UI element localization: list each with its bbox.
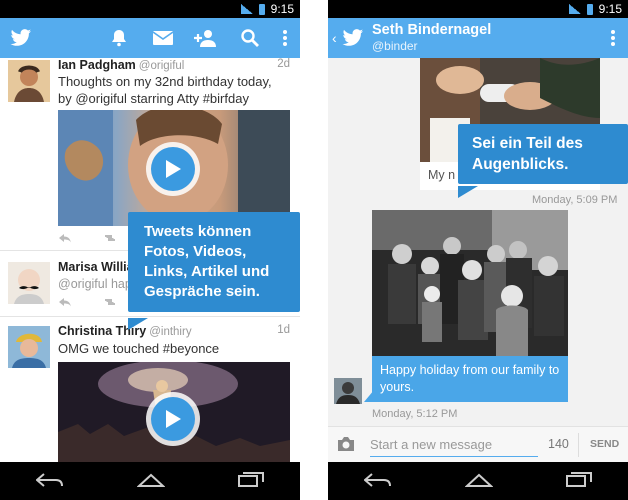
home-icon[interactable] [464, 470, 494, 493]
message-bubble: Happy holiday from our family to yours. [372, 356, 568, 402]
play-icon [166, 160, 181, 178]
battery-icon [586, 3, 593, 15]
timeline-screen: 9:15 Ian Padgham @origiful 2d Thoughts on… [0, 0, 300, 500]
overflow-menu-icon[interactable] [282, 29, 288, 47]
tweet-divider [0, 316, 300, 317]
message-photo-family[interactable] [372, 210, 568, 356]
callout-pointer [458, 186, 478, 198]
message-timestamp: Monday, 5:09 PM [532, 194, 618, 206]
system-nav-bar [328, 462, 628, 500]
back-icon[interactable] [363, 470, 392, 493]
callout-pointer [128, 318, 148, 330]
feature-callout-text: Sei ein Teil des Augenblicks. [472, 135, 583, 173]
avatar-christina-thiry[interactable] [8, 326, 50, 368]
conversation-header: Seth Bindernagel @binder [372, 22, 491, 54]
tweet-text: OMG we touched #beyonce [58, 341, 220, 356]
send-button[interactable]: SEND [590, 438, 619, 450]
tweet-author-handle: @inthiry [149, 326, 192, 338]
reply-icon[interactable] [58, 296, 72, 310]
sender-avatar[interactable] [334, 378, 362, 404]
signal-icon [568, 4, 581, 14]
battery-icon [258, 3, 265, 15]
tweet-video-thumbnail[interactable] [58, 110, 290, 226]
add-user-icon[interactable] [194, 29, 218, 47]
retweet-icon[interactable] [102, 296, 118, 310]
feature-callout-text: Tweets können Fotos, Videos, Links, Arti… [144, 223, 270, 300]
envelope-icon[interactable] [153, 31, 173, 45]
status-bar: 9:15 [328, 0, 628, 18]
twitter-bird-icon[interactable] [10, 28, 32, 48]
recent-apps-icon[interactable] [237, 470, 264, 493]
back-icon[interactable] [35, 470, 64, 493]
camera-icon[interactable] [336, 436, 356, 457]
compose-bar: Start a new message 140 SEND [328, 426, 628, 462]
bell-icon[interactable] [110, 29, 128, 47]
tweet-text: Thoughts on my 32nd birthday today, by @… [58, 74, 272, 106]
message-bubble-pointer [364, 390, 374, 402]
play-video-button[interactable] [146, 142, 200, 196]
feature-callout: Tweets können Fotos, Videos, Links, Arti… [128, 212, 300, 312]
up-caret-icon[interactable]: ‹ [332, 30, 337, 46]
tweet-author-name: Marisa Willia [58, 260, 134, 274]
tweet-actions [58, 296, 118, 310]
status-bar: 9:15 [0, 0, 300, 18]
character-count: 140 [548, 437, 569, 451]
conversation-handle: @binder [372, 39, 418, 53]
direct-message-screen: 9:15 ‹ Seth Bindernagel @binder My n Sei… [328, 0, 628, 500]
conversation-toolbar: ‹ Seth Bindernagel @binder [328, 18, 628, 58]
tweet-author-handle: @origiful [138, 60, 185, 72]
status-time: 9:15 [598, 2, 622, 16]
signal-icon [240, 4, 253, 14]
tweet-time: 1d [277, 324, 290, 336]
overflow-menu-icon[interactable] [610, 29, 616, 47]
conversation-title: Seth Bindernagel [372, 22, 492, 38]
avatar-ian-padgham[interactable] [8, 60, 50, 102]
recent-apps-icon[interactable] [565, 470, 592, 493]
retweet-icon[interactable] [102, 232, 118, 246]
play-icon [166, 410, 181, 428]
twitter-bird-icon[interactable] [342, 28, 364, 48]
play-video-button[interactable] [146, 392, 200, 446]
feature-callout: Sei ein Teil des Augenblicks. [458, 124, 628, 184]
compose-divider [578, 433, 579, 457]
system-nav-bar [0, 462, 300, 500]
search-icon[interactable] [241, 29, 259, 47]
tweet-video-thumbnail[interactable] [58, 362, 290, 462]
message-timestamp: Monday, 5:12 PM [372, 408, 458, 420]
home-icon[interactable] [136, 470, 166, 493]
tweet-author-name: Ian Padgham [58, 58, 136, 72]
message-input[interactable]: Start a new message [370, 435, 538, 457]
tweet-actions [58, 232, 118, 246]
avatar-marisa[interactable] [8, 262, 50, 304]
timeline-toolbar [0, 18, 300, 58]
tweet-time: 2d [277, 58, 290, 70]
status-time: 9:15 [270, 2, 294, 16]
reply-icon[interactable] [58, 232, 72, 246]
